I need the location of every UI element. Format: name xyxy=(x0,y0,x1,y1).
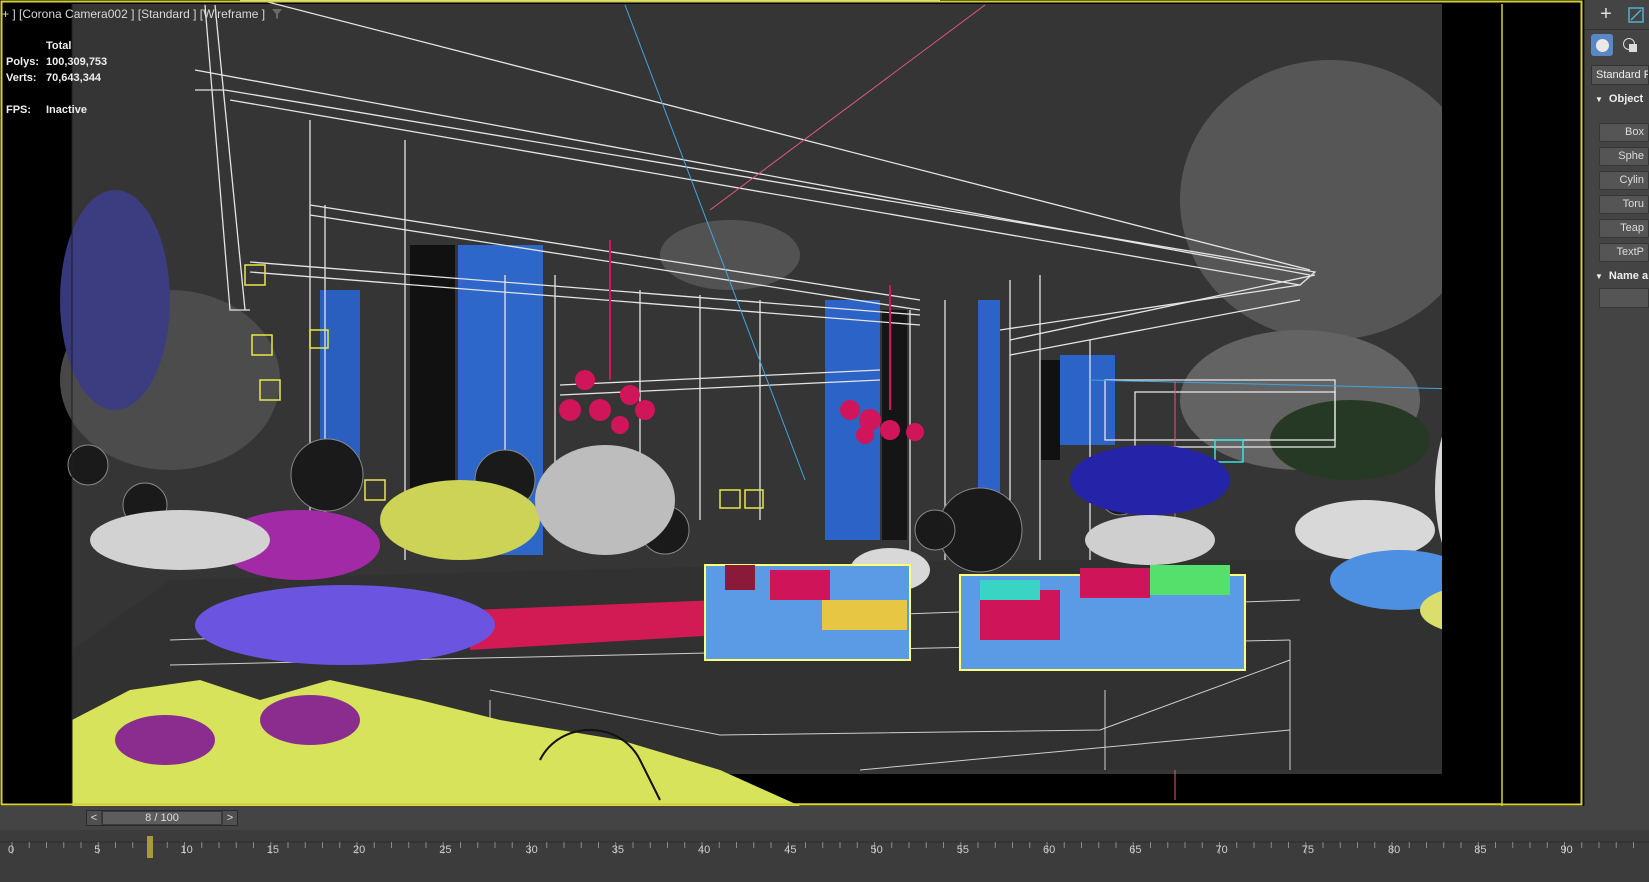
trackbar[interactable]: 0 5 10 15 20 25 30 35 40 45 50 55 60 65 70 75 80 85 90 xyxy=(0,830,1649,882)
filter-icon[interactable] xyxy=(271,8,283,20)
name-rollout-title: Name a xyxy=(1608,270,1649,282)
triangle-down-icon: ▼ xyxy=(1595,95,1603,104)
command-panel: + Standard P ▼ Object Box Sphe Cylin Toru… xyxy=(1584,0,1649,806)
frame-tick-label: 85 xyxy=(1474,844,1486,856)
wireframe-scene[interactable] xyxy=(0,0,1584,806)
time-slider: < 8 / 100 > xyxy=(0,806,1649,830)
sphere-button[interactable]: Sphe xyxy=(1599,147,1649,166)
modify-icon[interactable] xyxy=(1625,4,1647,26)
create-category-tabs xyxy=(1585,30,1649,60)
viewport-label[interactable]: + ] [Corona Camera002 ] [Standard ] [Wir… xyxy=(2,7,283,21)
sphere-icon[interactable] xyxy=(1591,34,1613,56)
object-type-rollout-title: Object xyxy=(1608,93,1644,105)
frame-tick-label: 30 xyxy=(526,844,538,856)
prev-frame-button[interactable]: < xyxy=(87,811,101,825)
fps-value: Inactive xyxy=(46,104,87,116)
teapot-button[interactable]: Teap xyxy=(1599,219,1649,238)
frame-tick-label: 60 xyxy=(1043,844,1055,856)
frame-tick-label: 40 xyxy=(698,844,710,856)
trackbar-ruler[interactable]: 0 5 10 15 20 25 30 35 40 45 50 55 60 65 70 75 80 85 90 xyxy=(0,830,1649,882)
frame-tick-label: 70 xyxy=(1216,844,1228,856)
polys-value: 100,309,753 xyxy=(46,56,108,68)
primitive-type-dropdown[interactable]: Standard P xyxy=(1591,65,1649,85)
frame-tick-label: 80 xyxy=(1388,844,1400,856)
box-button[interactable]: Box xyxy=(1599,123,1649,142)
frame-tick-label: 0 xyxy=(8,844,14,856)
frame-tick-label: 75 xyxy=(1302,844,1314,856)
current-frame-marker[interactable] xyxy=(147,836,153,858)
triangle-down-icon: ▼ xyxy=(1595,272,1603,281)
object-type-rollout[interactable]: ▼ Object xyxy=(1585,93,1649,105)
cylinder-button[interactable]: Cylin xyxy=(1599,171,1649,190)
frame-tick-label: 65 xyxy=(1129,844,1141,856)
object-type-buttons: Box Sphe Cylin Toru Teap TextP xyxy=(1585,123,1649,262)
frame-tick-label: 90 xyxy=(1561,844,1573,856)
verts-value: 70,643,344 xyxy=(46,72,102,84)
fps-label: FPS: xyxy=(6,104,32,116)
frame-tick-label: 35 xyxy=(612,844,624,856)
viewport-label-text[interactable]: + ] [Corona Camera002 ] [Standard ] [Wir… xyxy=(2,7,265,21)
textplus-button[interactable]: TextP xyxy=(1599,243,1649,262)
name-and-color-rollout[interactable]: ▼ Name a xyxy=(1585,270,1649,282)
frame-tick-label: 55 xyxy=(957,844,969,856)
camera-viewport[interactable]: + ] [Corona Camera002 ] [Standard ] [Wir… xyxy=(0,0,1584,806)
torus-button[interactable]: Toru xyxy=(1599,195,1649,214)
viewport-statistics: Total Polys: 100,309,753 Verts: 70,643,344… xyxy=(6,38,107,118)
shapes-icon[interactable] xyxy=(1619,34,1641,56)
time-slider-thumb[interactable]: 8 / 100 xyxy=(103,812,221,824)
frame-tick-label: 10 xyxy=(181,844,193,856)
plus-icon[interactable]: + xyxy=(1595,3,1617,26)
object-name-input[interactable] xyxy=(1599,288,1649,308)
frame-tick-label: 20 xyxy=(353,844,365,856)
frame-tick-label: 25 xyxy=(439,844,451,856)
frame-tick-label: 50 xyxy=(871,844,883,856)
verts-label: Verts: xyxy=(6,72,37,84)
frame-tick-label: 45 xyxy=(784,844,796,856)
command-panel-tabs: + xyxy=(1585,0,1649,30)
polys-label: Polys: xyxy=(6,56,40,68)
time-slider-track[interactable]: < 8 / 100 > xyxy=(86,810,238,826)
frame-tick-label: 15 xyxy=(267,844,279,856)
next-frame-button[interactable]: > xyxy=(223,811,237,825)
stats-header: Total xyxy=(46,40,72,52)
frame-tick-label: 5 xyxy=(94,844,100,856)
